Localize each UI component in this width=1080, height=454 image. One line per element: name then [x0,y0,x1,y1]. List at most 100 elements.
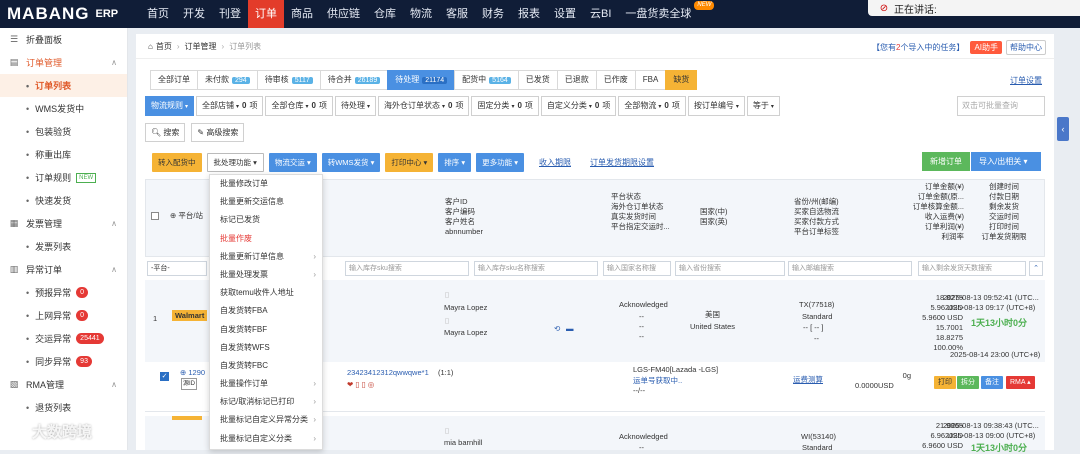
mabang-logo[interactable]: MABANG ERP [0,0,140,28]
sidebar-group[interactable]: ▤ 订单管理 ∧ [0,51,127,74]
nav-item[interactable]: 刊登 [212,0,248,28]
dropdown-menu-item[interactable]: 自发货转FBA [210,302,322,320]
sidebar-item[interactable]: • 称重出库 [0,143,127,166]
filter-select[interactable]: 待处理 ▾ [334,96,376,116]
ship-deadline-settings-link[interactable]: 订单发货期限设置 [590,157,654,168]
filter-select[interactable]: 全部店铺 ▾ 0 项 [196,96,264,116]
dropdown-menu-item[interactable]: 批量标记自定义异常分类 › [210,411,322,429]
dropdown-menu-item[interactable]: 自发货转WFS [210,339,322,357]
more-functions-button[interactable]: 更多功能 ▾ [476,152,524,172]
refresh-icon[interactable]: ⟲ [554,324,560,334]
nav-item[interactable]: 供应链 [320,0,367,28]
dropdown-menu-item[interactable]: 批量标记自定义分类 › [210,430,322,448]
tab-order-status[interactable]: 全部订单 [150,70,198,90]
sort-button[interactable]: 排序 ▾ [438,152,472,172]
freight-estimate-link[interactable]: 运费测算 [793,375,823,385]
breadcrumb-order-management[interactable]: 订单管理 [185,41,217,52]
sku-filter-input[interactable]: 输入库存sku搜索 [345,261,469,276]
nav-item[interactable]: 物流 [403,0,439,28]
row-checkbox[interactable]: ✓ [160,372,169,381]
sku-name-filter-input[interactable]: 输入库存sku名称搜索 [474,261,598,276]
collapse-up-icon[interactable]: ⌃ [1029,261,1043,276]
dropdown-menu-item[interactable]: 批量更新订单信息 › [210,248,322,266]
country-filter-input[interactable]: 输入国家名称搜 [603,261,671,276]
help-center-button[interactable]: 帮助中心 [1006,40,1046,55]
collapse-panel-button[interactable]: ☰ 折叠面板 [0,28,127,51]
task-suffix[interactable]: 个导入中的任务】 [900,42,964,53]
filter-select[interactable]: 按订单编号 ▾ [687,96,745,116]
sidebar-item[interactable]: • 订单列表 [0,74,127,97]
tab-order-status[interactable]: 已作废 [595,70,636,90]
breadcrumb-home[interactable]: 首页 [156,41,172,52]
ai-assistant-button[interactable]: AI助手 [970,41,1002,54]
sidebar-item[interactable]: • 订单规则 NEW [0,166,127,189]
nav-item[interactable]: 财务 [475,0,511,28]
platform-filter-select[interactable]: -平台- [147,261,207,276]
tab-order-status[interactable]: 配货中 5164 [454,70,519,90]
collapse-right-panel-icon[interactable]: ‹ [1057,117,1069,141]
dropdown-menu-item[interactable]: 自发货转FBC [210,357,322,375]
search-button[interactable]: 🔍︎ 搜索 [145,123,186,142]
card-icon[interactable]: ▬ [566,324,574,334]
to-allocation-button[interactable]: 转入配货中 [152,152,202,172]
nav-item[interactable]: 云BI [583,0,618,28]
advanced-search-button[interactable]: ✎ 高级搜索 [191,123,245,142]
sidebar-item[interactable]: • 退货列表 [0,396,127,419]
dropdown-menu-item[interactable]: 批量修改订单 [210,175,322,193]
sidebar-group[interactable]: ▧ RMA管理 ∧ [0,373,127,396]
nav-item[interactable]: 报表 [511,0,547,28]
order-settings-link[interactable]: 订单设置 [1010,75,1042,86]
filter-select[interactable]: 固定分类 ▾ 0 项 [471,96,539,116]
sidebar-group[interactable]: ▦ 发票管理 ∧ [0,212,127,235]
filter-select[interactable]: 等于 ▾ [746,96,780,116]
logistics-button[interactable]: 物流交运 ▾ [268,152,317,172]
sidebar-item[interactable]: • 快速发货 [0,189,127,212]
line-order-id[interactable]: ⊕ 1290 [180,368,205,378]
nav-item[interactable]: 开发 [176,0,212,28]
nav-item[interactable]: 客服 [439,0,475,28]
province-filter-input[interactable]: 输入省份搜索 [675,261,785,276]
filter-select[interactable]: 全部仓库 ▾ 0 项 [265,96,333,116]
batch-functions-button[interactable]: 批处理功能 ▾ [206,152,264,172]
sidebar-item[interactable]: • 包装验货 [0,120,127,143]
sidebar-group[interactable]: ▥ 异常订单 ∧ [0,258,127,281]
filter-select[interactable]: 海外仓订单状态 ▾ 0 项 [377,96,470,116]
nav-item[interactable]: 商品 [284,0,320,28]
tab-order-status[interactable]: 已退款 [556,70,597,90]
filter-select[interactable]: 自定义分类 ▾ 0 项 [540,96,617,116]
print-button[interactable]: 打印 [934,376,956,389]
tab-order-status[interactable]: 待审核 5117 [256,70,321,90]
select-all-checkbox[interactable] [151,212,159,220]
sidebar-item[interactable]: • 预报异常 0 [0,281,127,304]
sidebar-item[interactable]: • 交运异常 25441 [0,327,127,350]
dropdown-menu-item[interactable]: 批量处理发票 › [210,266,322,284]
dropdown-menu-item[interactable]: 批量更新交运信息 [210,193,322,211]
tab-order-status[interactable]: 缺货 [665,70,698,90]
nav-item[interactable]: 订单 [248,0,284,28]
dropdown-menu-item[interactable]: 批量操作订单 › [210,375,322,393]
tab-order-status[interactable]: FBA [634,70,667,90]
dropdown-menu-item[interactable]: 标记/取消标记已打印 › [210,393,322,411]
note-button[interactable]: 备注 [981,376,1003,389]
nav-item[interactable]: 仓库 [367,0,403,28]
order-search-input[interactable]: 双击可批量查询 [957,96,1045,116]
line-sku[interactable]: 23423412312qwwqwe*1 [347,368,429,378]
to-wms-button[interactable]: 转WMS发货 ▾ [321,152,381,172]
remaining-days-filter-input[interactable]: 输入剩余发货天数搜索 [918,261,1026,276]
tab-order-status[interactable]: 未付款 294 [197,70,258,90]
nav-item[interactable]: 设置 [547,0,583,28]
dropdown-menu-item[interactable]: 标记已发货 [210,211,322,229]
import-export-button[interactable]: 导入/出相关 ▾ [971,152,1041,171]
tab-order-status[interactable]: 已发货 [517,70,558,90]
sidebar-item[interactable]: • WMS发货中 [0,97,127,120]
dropdown-menu-item[interactable]: 获取temu收件人地址 [210,284,322,302]
sidebar-item[interactable]: • 发票列表 [0,235,127,258]
filter-select[interactable]: 全部物流 ▾ 0 项 [618,96,686,116]
income-deadline-link[interactable]: 收入期限 [539,157,571,168]
split-button[interactable]: 拆分 [957,376,979,389]
filter-select[interactable]: 物流规则 ▾ [145,96,195,116]
sidebar-item[interactable]: • 同步异常 93 [0,350,127,373]
rma-button[interactable]: RMA ▴ [1006,376,1035,389]
zip-filter-input[interactable]: 输入邮编搜索 [788,261,912,276]
tab-order-status[interactable]: 待处理 21174 [387,70,456,90]
